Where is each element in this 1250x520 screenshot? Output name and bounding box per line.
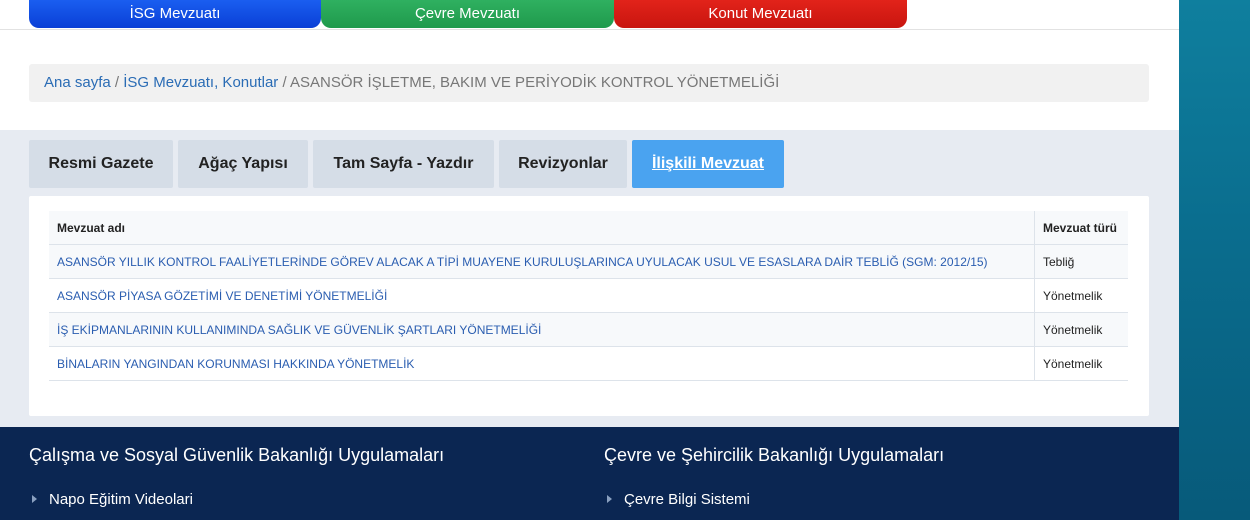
table-cell-type: Yönetmelik [1034, 312, 1128, 347]
category-tab-isg[interactable]: İSG Mevzuatı [29, 0, 321, 28]
breadcrumb-separator: / [278, 74, 290, 91]
table-cell-type: Yönetmelik [1034, 278, 1128, 313]
breadcrumb-section-link[interactable]: İSG Mevzuatı, Konutlar [123, 74, 278, 91]
related-legislation-table: Mevzuat adı Mevzuat türü ASANSÖR YILLIK … [49, 211, 1128, 381]
table-cell-type: Yönetmelik [1034, 346, 1128, 381]
table-cell-type: Tebliğ [1034, 244, 1128, 279]
footer: Çalışma ve Sosyal Güvenlik Bakanlığı Uyg… [0, 427, 1179, 520]
breadcrumb: Ana sayfa / İSG Mevzuatı, Konutlar / ASA… [29, 64, 1149, 102]
table-cell-name: BİNALARIN YANGINDAN KORUNMASI HAKKINDA Y… [49, 346, 1035, 381]
related-legislation-panel: Mevzuat adı Mevzuat türü ASANSÖR YILLIK … [29, 196, 1149, 416]
legislation-link[interactable]: ASANSÖR PİYASA GÖZETİMİ VE DENETİMİ YÖNE… [57, 289, 387, 303]
main-area: İSG Mevzuatı Çevre Mevzuatı Konut Mevzua… [0, 0, 1179, 520]
category-tab-konut[interactable]: Konut Mevzuatı [614, 0, 907, 28]
tab-agac-yapisi[interactable]: Ağaç Yapısı [178, 140, 308, 188]
tab-resmi-gazete[interactable]: Resmi Gazete [29, 140, 173, 188]
footer-link-cevre-bilgi[interactable]: Çevre Bilgi Sistemi [604, 491, 750, 508]
table-row: ASANSÖR PİYASA GÖZETİMİ VE DENETİMİ YÖNE… [49, 278, 1128, 313]
tab-iliskili-mevzuat[interactable]: İlişkili Mevzuat [632, 140, 784, 188]
breadcrumb-home-link[interactable]: Ana sayfa [44, 74, 111, 91]
footer-heading-csb: Çevre ve Şehircilik Bakanlığı Uygulamala… [604, 445, 945, 465]
caret-right-icon [32, 495, 37, 503]
table-cell-name: ASANSÖR YILLIK KONTROL FAALİYETLERİNDE G… [49, 244, 1035, 279]
breadcrumb-current: ASANSÖR İŞLETME, BAKIM VE PERİYODİK KONT… [290, 74, 780, 91]
footer-link-napo[interactable]: Napo Eğitim Videolari [29, 491, 193, 508]
legislation-link[interactable]: BİNALARIN YANGINDAN KORUNMASI HAKKINDA Y… [57, 357, 414, 371]
column-header-type: Mevzuat türü [1034, 211, 1128, 245]
table-row: ASANSÖR YILLIK KONTROL FAALİYETLERİNDE G… [49, 244, 1128, 279]
table-cell-name: İŞ EKİPMANLARININ KULLANIMINDA SAĞLIK VE… [49, 312, 1035, 347]
category-tab-cevre[interactable]: Çevre Mevzuatı [321, 0, 614, 28]
table-cell-name: ASANSÖR PİYASA GÖZETİMİ VE DENETİMİ YÖNE… [49, 278, 1035, 313]
legislation-link[interactable]: İŞ EKİPMANLARININ KULLANIMINDA SAĞLIK VE… [57, 323, 541, 337]
table-row: İŞ EKİPMANLARININ KULLANIMINDA SAĞLIK VE… [49, 312, 1128, 347]
footer-heading-csgb: Çalışma ve Sosyal Güvenlik Bakanlığı Uyg… [29, 445, 445, 465]
legislation-link[interactable]: ASANSÖR YILLIK KONTROL FAALİYETLERİNDE G… [57, 255, 988, 269]
footer-link-label: Napo Eğitim Videolari [49, 491, 193, 508]
tab-tam-sayfa-yazdir[interactable]: Tam Sayfa - Yazdır [313, 140, 494, 188]
right-side-strip [1179, 0, 1250, 520]
column-header-name: Mevzuat adı [49, 211, 1035, 245]
footer-link-label: Çevre Bilgi Sistemi [624, 491, 750, 508]
tab-revizyonlar[interactable]: Revizyonlar [499, 140, 627, 188]
breadcrumb-separator: / [110, 74, 124, 91]
table-header-row: Mevzuat adı Mevzuat türü [49, 211, 1128, 245]
table-row: BİNALARIN YANGINDAN KORUNMASI HAKKINDA Y… [49, 346, 1128, 381]
caret-right-icon [607, 495, 612, 503]
category-tabs: İSG Mevzuatı Çevre Mevzuatı Konut Mevzua… [0, 0, 1179, 30]
content-band: Resmi Gazete Ağaç Yapısı Tam Sayfa - Yaz… [0, 130, 1179, 427]
